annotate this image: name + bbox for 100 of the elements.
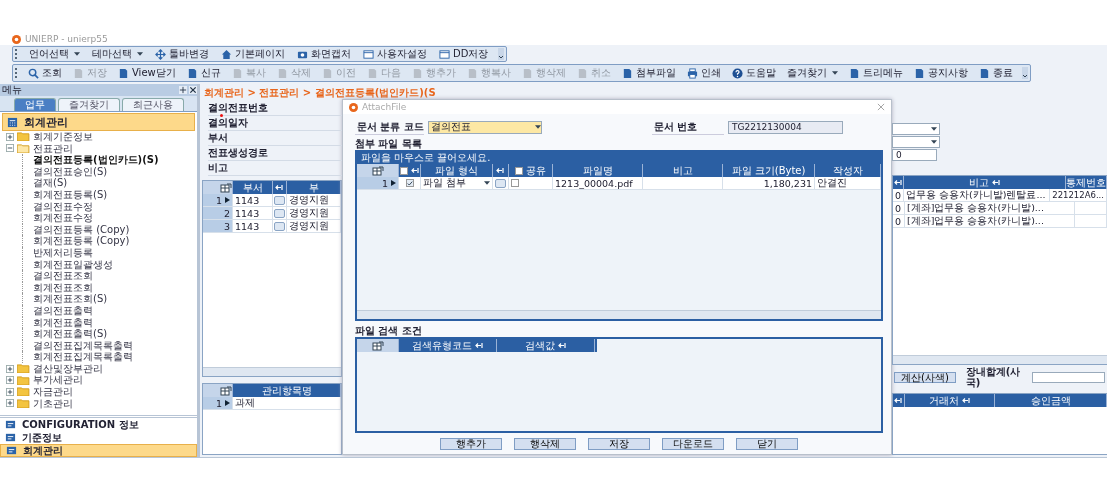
toolbar-button[interactable]: DD저장 <box>437 47 491 61</box>
tree-item[interactable]: 부가세관리 <box>33 374 83 387</box>
column-header[interactable]: 거래처 <box>928 393 959 408</box>
tree-item[interactable]: 회계전표출력 <box>33 316 93 329</box>
tree-item[interactable]: 회계전표조회(S) <box>33 293 108 305</box>
toolbar-button[interactable]: 도움말 <box>729 66 778 80</box>
checkbox[interactable] <box>511 179 519 187</box>
column-header[interactable]: 부 <box>287 181 341 194</box>
dialog-button[interactable]: 행삭제 <box>514 438 576 450</box>
toolbar-button[interactable]: 종료 <box>976 66 1015 80</box>
tree-item[interactable]: 결의전표수정 <box>33 200 93 213</box>
plus-box-icon[interactable] <box>6 132 14 141</box>
toolbar-button[interactable]: 언어선택 <box>27 47 82 61</box>
checkbox[interactable] <box>399 166 408 175</box>
toolbar-button[interactable]: 공지사항 <box>911 66 970 80</box>
plus-box-icon[interactable] <box>6 399 14 408</box>
dropdown[interactable] <box>892 123 940 135</box>
tree-item[interactable]: 결재(S) <box>33 177 68 189</box>
toolbar-button[interactable]: 기본페이지 <box>219 47 287 61</box>
row-number[interactable]: 3 <box>203 220 233 232</box>
plus-box-icon[interactable] <box>6 376 14 385</box>
module-item[interactable]: 회계관리 <box>0 444 197 457</box>
file-type-dropdown[interactable]: 파일 첨부 <box>421 177 493 189</box>
toolbar-button[interactable]: 툴바변경 <box>153 47 211 61</box>
total-field[interactable] <box>1031 371 1105 383</box>
tree-item[interactable]: 회계전표등록 (Copy) <box>33 235 130 247</box>
module-item[interactable]: CONFIGURATION 정보 <box>0 418 197 431</box>
plus-box-icon[interactable] <box>6 387 14 396</box>
column-header[interactable]: 통제번호 <box>1066 176 1107 189</box>
grid-icon[interactable] <box>371 165 384 176</box>
lookup-button[interactable] <box>274 208 285 218</box>
tree-item[interactable]: 결산및장부관리 <box>33 362 103 375</box>
overflow-icon[interactable] <box>498 48 505 60</box>
horizontal-scrollbar[interactable] <box>893 355 1107 364</box>
tree-item[interactable]: 반제처리등록 <box>33 246 93 259</box>
horizontal-scrollbar[interactable] <box>203 367 341 376</box>
checkbox[interactable] <box>405 179 414 187</box>
table-cell: 업무용 승용차(카니발)렌탈료... <box>904 189 1051 201</box>
sidebar-tab[interactable]: 최근사용 <box>122 98 184 111</box>
close-icon[interactable] <box>189 86 197 94</box>
doc-class-dropdown[interactable]: 결의전표 <box>427 120 542 134</box>
row-number[interactable]: 1 <box>203 194 233 206</box>
toolbar-button[interactable]: 테마선택 <box>90 47 145 61</box>
column-header[interactable]: 검색값 <box>524 338 555 353</box>
column-header[interactable]: 공유 <box>526 163 546 178</box>
toolbar-button[interactable]: 즐겨찾기 <box>784 66 840 80</box>
tree-item[interactable]: 결의전표승인(S) <box>33 165 108 178</box>
calculate-button[interactable]: 계산(사색) <box>894 371 956 383</box>
tree-item[interactable]: 자금관리 <box>33 386 73 398</box>
toolbar-button[interactable]: View닫기 <box>116 66 178 80</box>
tree-item[interactable]: 전표관리 <box>33 142 73 155</box>
row-number[interactable]: 1 <box>203 397 233 409</box>
tree-item[interactable]: 결의전표등록 (Copy) <box>33 223 130 236</box>
toolbar-button[interactable]: 사용자설정 <box>361 47 429 61</box>
toolbar-button[interactable]: 인쇄 <box>684 66 723 80</box>
tree-item[interactable]: 회계전표출력(S) <box>33 328 108 340</box>
column-header[interactable]: 부서 <box>233 181 273 194</box>
tree-item[interactable]: 회계전표조회 <box>33 281 93 294</box>
horizontal-scrollbar[interactable] <box>357 310 881 319</box>
grid-icon[interactable] <box>220 385 232 396</box>
caret-icon <box>137 52 143 56</box>
row-number[interactable]: 1 <box>357 177 399 189</box>
doc-number-field[interactable]: TG2212130004 <box>727 120 843 134</box>
tree-item[interactable]: 회계전표일괄생성 <box>33 258 113 271</box>
module-item[interactable]: 기준정보 <box>0 431 197 444</box>
tree-item[interactable]: 회계전표집계목록출력 <box>33 351 133 363</box>
checkbox[interactable] <box>515 166 523 175</box>
sidebar-tab[interactable]: 업무 <box>14 98 56 111</box>
column-header[interactable]: 검색유형코드 <box>411 338 472 353</box>
toolbar-button[interactable]: 화면캡처 <box>295 47 353 61</box>
tree-item[interactable]: 기초관리 <box>33 397 73 410</box>
dialog-button[interactable]: 닫기 <box>736 438 798 450</box>
tree-item[interactable]: 회계전표등록(S) <box>33 188 108 201</box>
column-header[interactable]: 비고 <box>968 175 989 190</box>
tree-item[interactable]: 결의전표집계목록출력 <box>33 339 133 352</box>
lookup-button[interactable] <box>274 221 285 231</box>
row-number[interactable]: 2 <box>203 207 233 219</box>
toolbar-button[interactable]: 신규 <box>184 66 223 80</box>
sidebar-tab[interactable]: 즐겨찾기 <box>58 98 120 111</box>
tree-item[interactable]: 회계전표수정 <box>33 212 93 224</box>
tree-item[interactable]: 회계기준정보 <box>33 131 93 143</box>
amount-field[interactable]: 0 <box>892 149 937 161</box>
grid-icon[interactable] <box>371 340 384 351</box>
dialog-button[interactable]: 다운로드 <box>662 438 724 450</box>
window-title: UNIERP - unierp55 <box>25 34 108 44</box>
tree-item[interactable]: 결의전표출력 <box>33 304 93 317</box>
toolbar-button[interactable]: 조회 <box>26 66 64 80</box>
plus-box-icon[interactable] <box>6 364 14 373</box>
module-label: CONFIGURATION 정보 <box>22 417 139 432</box>
tree-item[interactable]: 결의전표조회 <box>33 270 93 282</box>
column-header[interactable]: 승인금액 <box>995 394 1107 407</box>
grid-icon[interactable] <box>220 182 232 193</box>
document-icon <box>231 67 243 79</box>
dialog-button[interactable]: 저장 <box>588 438 650 450</box>
dropdown[interactable] <box>892 136 940 148</box>
toolbar-button[interactable]: 트리메뉴 <box>846 66 905 80</box>
overflow-icon[interactable] <box>1021 67 1028 79</box>
tree-item[interactable]: 결의전표등록(법인카드)(S) <box>33 154 159 166</box>
dialog-button[interactable]: 행추가 <box>440 438 502 450</box>
toolbar-button[interactable]: 첨부파일 <box>619 66 678 80</box>
